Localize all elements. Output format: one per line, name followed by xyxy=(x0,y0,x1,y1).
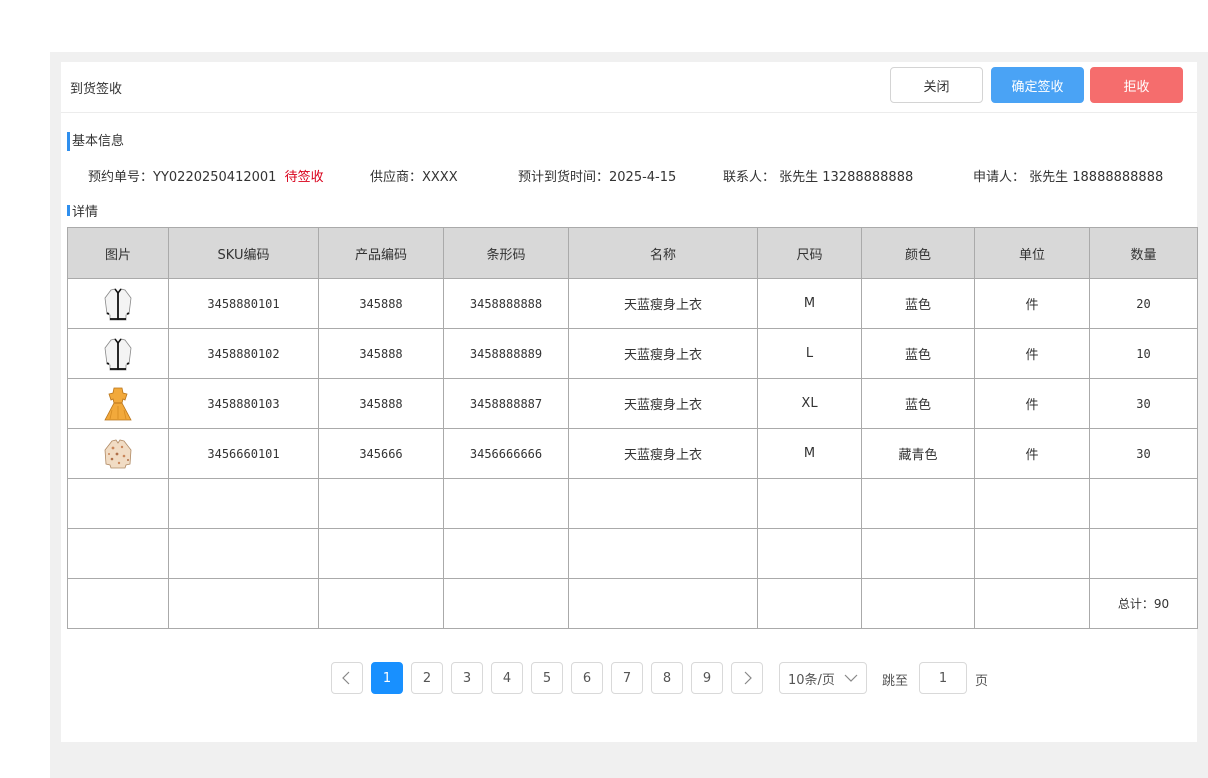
sku-cell: 3458880101 xyxy=(168,278,319,329)
name-cell: 天蓝瘦身上衣 xyxy=(568,278,758,329)
status-badge: 待签收 xyxy=(284,170,324,185)
prev-page-button[interactable] xyxy=(331,662,363,694)
barcode-cell: 3458888887 xyxy=(443,378,569,429)
chevron-down-icon xyxy=(844,674,858,682)
applicant-field: 申请人： 张先生 18888888888 xyxy=(973,170,1164,185)
chevron-left-icon xyxy=(342,671,350,685)
table-row: 3458880102 345888 3458888889 天蓝瘦身上衣 L 蓝色… xyxy=(67,328,1198,379)
close-button[interactable]: 关闭 xyxy=(890,67,983,103)
name-cell: 天蓝瘦身上衣 xyxy=(568,428,758,479)
barcode-cell: 3456666666 xyxy=(443,428,569,479)
sku-cell: 3458880103 xyxy=(168,378,319,429)
product-code-cell: 345888 xyxy=(318,278,444,329)
product-code-cell: 345666 xyxy=(318,428,444,479)
image-cell xyxy=(67,428,169,479)
column-header: 产品编码 xyxy=(318,227,444,279)
column-header: 单位 xyxy=(974,227,1090,279)
detail-table: 图片 SKU编码 产品编码 条形码 名称 尺码 颜色 单位 数量 3458880… xyxy=(67,227,1198,629)
page-button-5[interactable]: 5 xyxy=(531,662,563,694)
sign-receipt-panel: 到货签收 关闭 确定签收 拒收 基本信息 预约单号：YY022025041200… xyxy=(61,62,1198,742)
chevron-right-icon xyxy=(744,671,752,685)
column-header: 条形码 xyxy=(443,227,569,279)
page-button-2[interactable]: 2 xyxy=(411,662,443,694)
qty-cell: 10 xyxy=(1089,328,1198,379)
page-button-3[interactable]: 3 xyxy=(451,662,483,694)
page-button-7[interactable]: 7 xyxy=(611,662,643,694)
empty-row xyxy=(67,478,1198,529)
column-header: 数量 xyxy=(1089,227,1198,279)
sku-cell: 3456660101 xyxy=(168,428,319,479)
page-button-8[interactable]: 8 xyxy=(651,662,683,694)
product-code-cell: 345888 xyxy=(318,328,444,379)
table-row: 3456660101 345666 3456666666 天蓝瘦身上衣 M 藏青… xyxy=(67,428,1198,479)
order-number-label: 预约单号： xyxy=(88,170,154,185)
reject-button[interactable]: 拒收 xyxy=(1090,67,1183,103)
image-cell xyxy=(67,278,169,329)
column-header: SKU编码 xyxy=(168,227,319,279)
size-cell: L xyxy=(757,328,862,379)
jump-label: 跳至 xyxy=(882,674,909,689)
total-quantity: 总计：90 xyxy=(1089,578,1198,629)
page-button-1[interactable]: 1 xyxy=(371,662,403,694)
sku-cell: 3458880102 xyxy=(168,328,319,379)
unit-cell: 件 xyxy=(974,378,1090,429)
qty-cell: 30 xyxy=(1089,428,1198,479)
confirm-sign-button[interactable]: 确定签收 xyxy=(991,67,1084,103)
page-size-value: 10条/页 xyxy=(788,672,835,688)
white-cardigan-icon xyxy=(104,288,132,320)
image-cell xyxy=(67,328,169,379)
color-cell: 蓝色 xyxy=(861,378,975,429)
jump-page-input[interactable] xyxy=(919,662,967,694)
column-header: 图片 xyxy=(67,227,169,279)
color-cell: 藏青色 xyxy=(861,428,975,479)
column-header: 颜色 xyxy=(861,227,975,279)
color-cell: 蓝色 xyxy=(861,278,975,329)
unit-cell: 件 xyxy=(974,278,1090,329)
detail-section-title: 详情 xyxy=(67,201,98,220)
column-header: 名称 xyxy=(568,227,758,279)
eta-field: 预计到货时间：2025-4-15 xyxy=(518,170,677,185)
size-cell: M xyxy=(757,278,862,329)
size-cell: XL xyxy=(757,378,862,429)
unit-cell: 件 xyxy=(974,428,1090,479)
page-unit-label: 页 xyxy=(975,674,989,689)
total-row: 总计：90 xyxy=(67,578,1198,629)
order-number-field: 预约单号：YY0220250412001 待签收 xyxy=(88,166,324,185)
name-cell: 天蓝瘦身上衣 xyxy=(568,328,758,379)
basic-info-section-title: 基本信息 xyxy=(67,130,124,151)
next-page-button[interactable] xyxy=(731,662,763,694)
order-number-value: YY0220250412001 xyxy=(153,170,277,185)
page-title: 到货签收 xyxy=(70,82,123,97)
basic-info-row: 预约单号：YY0220250412001 待签收 供应商：XXXX 预计到货时间… xyxy=(61,166,1197,185)
product-code-cell: 345888 xyxy=(318,378,444,429)
page-size-select[interactable]: 10条/页 xyxy=(779,662,867,694)
floral-blouse-icon xyxy=(104,439,132,468)
column-header: 尺码 xyxy=(757,227,862,279)
table-row: 3458880103 345888 3458888887 天蓝瘦身上衣 XL 蓝… xyxy=(67,378,1198,429)
size-cell: M xyxy=(757,428,862,479)
color-cell: 蓝色 xyxy=(861,328,975,379)
empty-row xyxy=(67,528,1198,579)
barcode-cell: 3458888889 xyxy=(443,328,569,379)
qty-cell: 20 xyxy=(1089,278,1198,329)
unit-cell: 件 xyxy=(974,328,1090,379)
barcode-cell: 3458888888 xyxy=(443,278,569,329)
image-cell xyxy=(67,378,169,429)
pagination: 1 2 3 4 5 6 7 8 9 10条/页 跳至 页 xyxy=(331,662,1191,694)
name-cell: 天蓝瘦身上衣 xyxy=(568,378,758,429)
table-header-row: 图片 SKU编码 产品编码 条形码 名称 尺码 颜色 单位 数量 xyxy=(67,227,1198,279)
white-cardigan-icon xyxy=(104,338,132,370)
qty-cell: 30 xyxy=(1089,378,1198,429)
yellow-dress-icon xyxy=(104,387,132,420)
page-button-9[interactable]: 9 xyxy=(691,662,723,694)
supplier-field: 供应商：XXXX xyxy=(370,170,458,185)
panel-header: 到货签收 关闭 确定签收 拒收 xyxy=(61,62,1197,113)
page-button-4[interactable]: 4 xyxy=(491,662,523,694)
contact-field: 联系人： 张先生 13288888888 xyxy=(723,170,914,185)
page-button-6[interactable]: 6 xyxy=(571,662,603,694)
table-row: 3458880101 345888 3458888888 天蓝瘦身上衣 M 蓝色… xyxy=(67,278,1198,329)
